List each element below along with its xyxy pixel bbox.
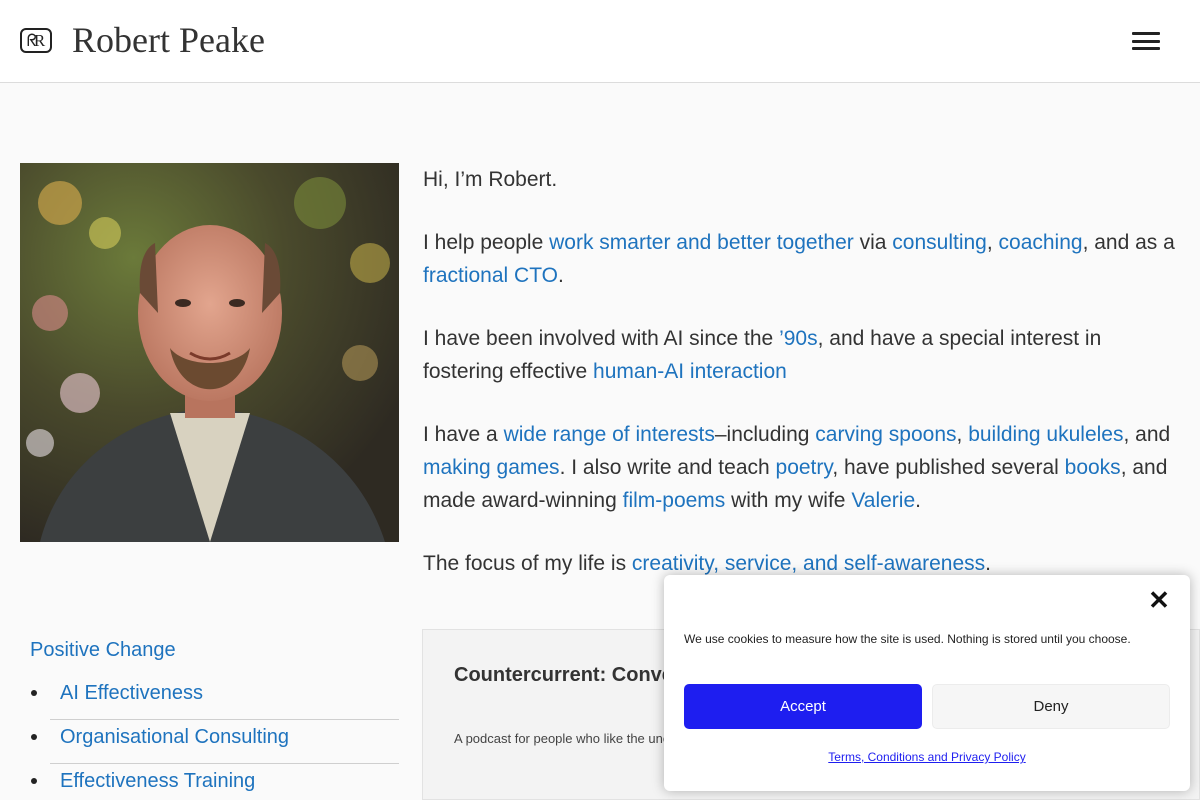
sidebar-link[interactable]: Effectiveness Training xyxy=(60,770,255,792)
text: via xyxy=(853,231,893,254)
sidebar-nav: Positive Change AI Effectiveness Organis… xyxy=(30,636,399,792)
sidebar-link[interactable]: AI Effectiveness xyxy=(60,682,203,704)
link-fractional-cto[interactable]: fractional CTO xyxy=(423,264,558,287)
link-consulting[interactable]: consulting xyxy=(892,231,987,254)
intro-paragraph-ai: I have been involved with AI since the ’… xyxy=(423,322,1183,388)
cookie-consent-dialog: ✕ We use cookies to measure how the site… xyxy=(664,575,1190,791)
site-logo[interactable]: ᖇR xyxy=(20,28,52,53)
text: . xyxy=(915,489,921,512)
text: I have been involved with AI since the xyxy=(423,327,780,350)
intro-paragraph-interests: I have a wide range of interests–includi… xyxy=(423,418,1183,517)
bullet-icon xyxy=(31,690,37,696)
portrait-illustration xyxy=(20,163,399,542)
link-work-smarter[interactable]: work smarter and better together xyxy=(549,231,854,254)
text: The focus of my life is xyxy=(423,552,632,575)
accept-button[interactable]: Accept xyxy=(684,684,922,729)
portrait-photo xyxy=(20,163,399,542)
link-film-poems[interactable]: film-poems xyxy=(623,489,726,512)
link-90s[interactable]: ’90s xyxy=(779,327,818,350)
link-coaching[interactable]: coaching xyxy=(999,231,1083,254)
text: , and as a xyxy=(1082,231,1175,254)
sidebar-list: AI Effectiveness Organisational Consulti… xyxy=(31,676,399,800)
link-interests[interactable]: wide range of interests xyxy=(504,423,715,446)
podcast-title: Countercurrent: Conve xyxy=(454,664,673,686)
text: , have published several xyxy=(832,456,1065,479)
text: , and xyxy=(1123,423,1171,446)
bullet-icon xyxy=(31,778,37,784)
site-header: ᖇR Robert Peake xyxy=(0,0,1200,83)
text: I have a xyxy=(423,423,504,446)
link-creativity[interactable]: creativity, service, and self-awareness xyxy=(632,552,985,575)
link-valerie[interactable]: Valerie xyxy=(851,489,915,512)
text: –including xyxy=(714,423,816,446)
hamburger-menu-icon[interactable] xyxy=(1130,30,1162,52)
site-title[interactable]: Robert Peake xyxy=(72,18,265,62)
menu-bar xyxy=(1132,32,1160,35)
text: . xyxy=(985,552,991,575)
text: I help people xyxy=(423,231,550,254)
cookie-message: We use cookies to measure how the site i… xyxy=(684,632,1131,646)
link-poetry[interactable]: poetry xyxy=(776,456,833,479)
sidebar-item-organisational-consulting: Organisational Consulting xyxy=(31,720,399,764)
bullet-icon xyxy=(31,734,37,740)
link-building-ukuleles[interactable]: building ukuleles xyxy=(968,423,1123,446)
privacy-policy-link[interactable]: Terms, Conditions and Privacy Policy xyxy=(664,750,1190,764)
text: with my wife xyxy=(725,489,852,512)
menu-bar xyxy=(1132,47,1160,50)
link-books[interactable]: books xyxy=(1065,456,1121,479)
sidebar-item-effectiveness-training: Effectiveness Training xyxy=(31,764,399,800)
intro-paragraph-help: I help people work smarter and better to… xyxy=(423,226,1183,292)
link-making-games[interactable]: making games xyxy=(423,456,560,479)
text: . xyxy=(558,264,564,287)
deny-button[interactable]: Deny xyxy=(932,684,1170,729)
intro-text: Hi, I’m Robert. I help people work smart… xyxy=(423,163,1183,610)
sidebar-item-ai-effectiveness: AI Effectiveness xyxy=(31,676,399,720)
intro-greeting: Hi, I’m Robert. xyxy=(423,168,558,191)
text: , xyxy=(986,231,999,254)
link-human-ai-interaction[interactable]: human-AI interaction xyxy=(593,360,787,383)
text: , xyxy=(956,423,969,446)
menu-bar xyxy=(1132,39,1160,43)
link-carving-spoons[interactable]: carving spoons xyxy=(815,423,956,446)
close-icon[interactable]: ✕ xyxy=(1148,587,1170,613)
sidebar-link[interactable]: Organisational Consulting xyxy=(60,726,289,748)
sidebar-heading-positive-change[interactable]: Positive Change xyxy=(30,639,176,661)
text: . I also write and teach xyxy=(559,456,776,479)
